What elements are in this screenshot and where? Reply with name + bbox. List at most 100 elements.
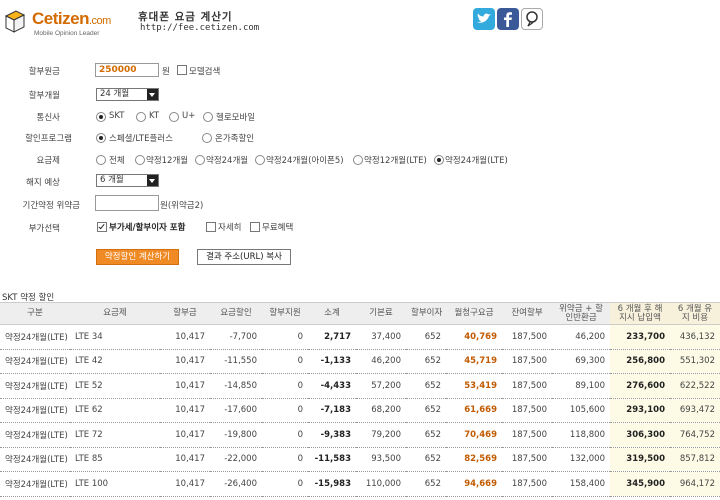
table-cell: 293,100 (610, 398, 670, 423)
won-unit: 원 (162, 67, 170, 77)
col-header: 요금할인 (210, 302, 262, 325)
plan-option-12: 약정12개월 (146, 156, 189, 166)
table-cell: 93,500 (356, 447, 406, 472)
col-header: 위약금 + 할인반환금 (552, 302, 610, 325)
carrier-option-skt: SKT (109, 111, 125, 121)
chevron-down-icon (147, 175, 158, 186)
carrier-radio-kt[interactable] (136, 112, 146, 122)
penalty-label: 기간약정 위약금 (22, 201, 80, 211)
model-search-label: 모델검색 (189, 67, 221, 77)
table-cell: LTE 85 (70, 447, 160, 472)
table-cell: 10,417 (160, 471, 210, 497)
table-cell: -26,400 (210, 471, 262, 497)
details-checkbox[interactable] (206, 222, 216, 232)
twitter-icon[interactable] (473, 8, 495, 30)
discount-radio-family[interactable] (202, 133, 212, 143)
copy-url-button[interactable]: 결과 주소(URL) 복사 (197, 249, 291, 265)
discount-radio-special[interactable] (96, 133, 106, 143)
table-cell: 256,800 (610, 349, 670, 374)
table-cell: 70,469 (446, 422, 502, 448)
table-cell: 37,400 (356, 324, 406, 350)
carrier-label: 통신사 (36, 113, 60, 123)
table-row: 약정24개월(LTE) LTE 85 10,417 -22,000 0 -11,583 93… (0, 447, 720, 472)
table-cell: -15,983 (308, 471, 356, 497)
table-cell: 10,417 (160, 373, 210, 399)
table-cell: 187,500 (502, 349, 552, 374)
col-header: 6 개월 후 해지시 납입액 (610, 302, 670, 325)
plan-option-12-lte: 약정12개월(LTE) (364, 156, 427, 166)
table-cell: -11,583 (308, 447, 356, 472)
table-cell: -4,433 (308, 373, 356, 399)
table-cell: 약정24개월(LTE) (0, 471, 70, 497)
table-cell: 약정24개월(LTE) (0, 349, 70, 374)
installment-months-value: 24 개월 (100, 89, 130, 99)
plan-radio-24[interactable] (195, 155, 205, 165)
col-header: 6 개월 유지 비용 (670, 302, 720, 325)
calculate-button[interactable]: 약정할인 계산하기 (96, 249, 179, 265)
table-cell: LTE 100 (70, 471, 160, 497)
table-cell: 319,500 (610, 447, 670, 472)
table-cell: 0 (262, 373, 308, 399)
model-search-checkbox[interactable] (177, 65, 187, 75)
carrier-option-hello: 헬로모바일 (216, 113, 256, 123)
installment-months-label: 할부개월 (28, 91, 60, 101)
plan-radio-12-lte[interactable] (353, 155, 363, 165)
table-cell: -7,700 (210, 324, 262, 350)
table-cell: LTE 34 (70, 324, 160, 350)
carrier-radio-hello[interactable] (203, 112, 213, 122)
table-cell: 652 (406, 447, 446, 472)
table-cell: 2,717 (308, 324, 356, 350)
cancel-expect-select[interactable]: 6 개월 (96, 174, 159, 187)
header: Cetizen.com Mobile Opinion Leader 휴대폰 요금… (0, 0, 720, 50)
table-cell: 79,200 (356, 422, 406, 448)
table-cell: -1,133 (308, 349, 356, 374)
table-cell: 964,172 (670, 471, 720, 497)
table-cell: -19,800 (210, 422, 262, 448)
table-row: 약정24개월(LTE) LTE 72 10,417 -19,800 0 -9,383 79,… (0, 422, 720, 448)
table-cell: -14,850 (210, 373, 262, 399)
table-row: 약정24개월(LTE) LTE 52 10,417 -14,850 0 -4,433 57,… (0, 373, 720, 399)
results-table: 구분 요금제 할부금 요금할인 할부지원 소계 기본료 할부이자 월청구요금 잔… (0, 302, 720, 497)
plan-radio-24-iphone5[interactable] (255, 155, 265, 165)
vat-interest-checkbox[interactable] (97, 222, 107, 232)
logo-text: Cetizen (32, 9, 89, 28)
table-cell: 68,200 (356, 398, 406, 423)
table-cell: 652 (406, 471, 446, 497)
free-benefit-label: 무료혜택 (262, 223, 294, 233)
cancel-expect-label: 해지 예상 (26, 178, 60, 188)
table-row: 약정24개월(LTE) LTE 34 10,417 -7,700 0 2,717 37,40… (0, 324, 720, 350)
site-url: http://fee.cetizen.com (140, 23, 260, 33)
table-cell: 187,500 (502, 324, 552, 350)
cetizen-logo[interactable]: Cetizen.com Mobile Opinion Leader (4, 6, 111, 38)
plan-radio-24-lte[interactable] (434, 155, 444, 165)
extras-label: 부가선택 (28, 224, 60, 234)
plan-radio-12[interactable] (135, 155, 145, 165)
table-cell: 0 (262, 398, 308, 423)
plan-label: 요금제 (36, 156, 60, 166)
table-cell: 306,300 (610, 422, 670, 448)
table-cell: 187,500 (502, 422, 552, 448)
table-cell: 53,419 (446, 373, 502, 399)
discount-program-label: 할인프로그램 (25, 134, 72, 144)
table-cell: 132,000 (552, 447, 610, 472)
table-cell: 652 (406, 373, 446, 399)
table-cell: -9,383 (308, 422, 356, 448)
carrier-radio-skt[interactable] (96, 112, 106, 122)
carrier-radio-uplus[interactable] (169, 112, 179, 122)
table-cell: 436,132 (670, 324, 720, 350)
facebook-icon[interactable] (497, 8, 519, 30)
table-cell: 89,100 (552, 373, 610, 399)
penalty-input[interactable] (95, 195, 159, 211)
carrier-option-kt: KT (149, 111, 160, 121)
installment-amount-input[interactable]: 250000 (95, 63, 159, 77)
table-cell: 652 (406, 324, 446, 350)
plan-radio-all[interactable] (96, 155, 106, 165)
free-benefit-checkbox[interactable] (250, 222, 260, 232)
plan-option-24-iphone5: 약정24개월(아이폰5) (266, 156, 344, 166)
table-cell: 693,472 (670, 398, 720, 423)
discount-option-special: 스페셜/LTE플러스 (109, 134, 173, 144)
installment-months-select[interactable]: 24 개월 (96, 88, 159, 101)
table-cell: 약정24개월(LTE) (0, 447, 70, 472)
table-row: 약정24개월(LTE) LTE 42 10,417 -11,550 0 -1,133 46,… (0, 349, 720, 374)
me2day-icon[interactable] (521, 8, 543, 30)
